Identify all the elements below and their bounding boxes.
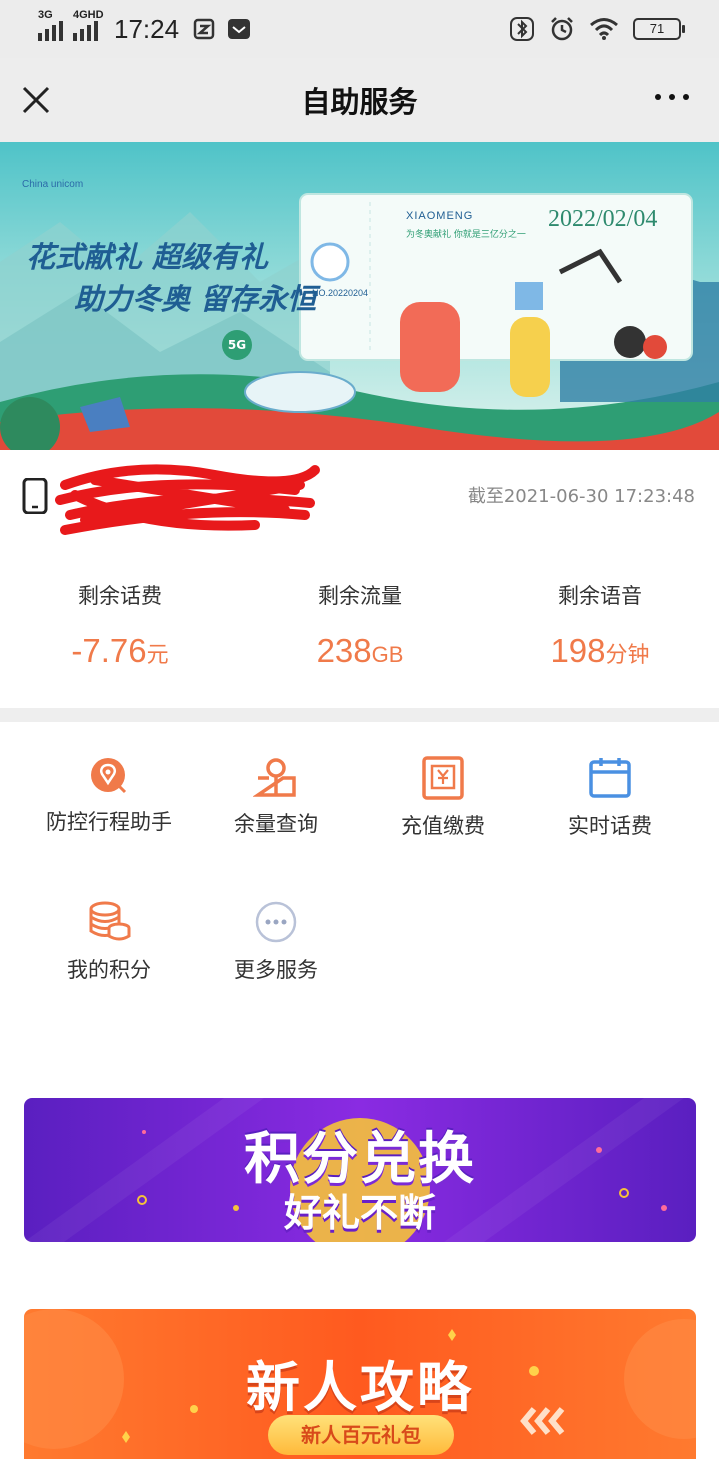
data-stat[interactable]: 剩余流量 238GB xyxy=(260,580,460,670)
more-dots-icon xyxy=(255,901,297,943)
voice-stat[interactable]: 剩余语音 198分钟 xyxy=(500,580,700,670)
balance-stat[interactable]: 剩余话费 -7.76元 xyxy=(20,580,220,670)
page-title: 自助服务 xyxy=(301,85,418,119)
winter-olympics-banner[interactable]: China unicom 花式献礼 超级有礼 助力冬奥 留存永恒 5G XIAO… xyxy=(0,142,719,450)
close-icon[interactable] xyxy=(18,82,54,118)
wifi-icon xyxy=(590,18,618,40)
data-timestamp: 截至2021-06-30 17:23:48 xyxy=(467,486,695,507)
data-value: 238GB xyxy=(316,632,404,669)
voice-label: 剩余语音 xyxy=(558,584,642,608)
service-travel-assistant[interactable]: 防控行程助手 xyxy=(24,756,194,836)
banner-slogan-1: 花式献礼 超级有礼 xyxy=(26,240,269,274)
balance-value: -7.76元 xyxy=(71,632,169,669)
promo1-subtitle: 好礼不断 xyxy=(283,1191,436,1235)
service-recharge[interactable]: 充值缴费 xyxy=(358,756,528,840)
promo2-title: 新人攻略 xyxy=(246,1356,474,1419)
balance-label: 剩余话费 xyxy=(78,584,162,608)
status-time: 17:24 xyxy=(114,13,180,44)
location-pin-icon xyxy=(91,758,127,794)
notification-icon xyxy=(193,18,215,40)
ticket-sub: 为冬奥献礼 你就是三亿分之一 xyxy=(406,230,526,240)
service-more[interactable]: 更多服务 xyxy=(191,900,361,984)
newbie-guide-banner[interactable]: 新人攻略 新人百元礼包 xyxy=(24,1309,696,1459)
svg-text:China unicom: China unicom xyxy=(22,179,83,190)
ticket-number: NO.20220204 xyxy=(312,288,369,298)
ticket-date: 2022/02/04 xyxy=(548,206,658,232)
banner-slogan-2: 助力冬奥 留存永恒 xyxy=(74,282,317,316)
message-icon xyxy=(228,19,251,39)
phone-icon xyxy=(22,478,48,514)
more-options-icon[interactable] xyxy=(655,94,689,100)
coins-icon xyxy=(89,901,131,941)
redacted-phone-number xyxy=(55,464,320,535)
service-balance-query[interactable]: 余量查询 xyxy=(191,756,361,838)
signal-3g-icon: 3G xyxy=(38,9,63,41)
badge-5g: 5G xyxy=(222,330,252,360)
alarm-icon xyxy=(551,17,573,41)
battery-icon: 71 xyxy=(633,18,685,40)
service-realtime-bill[interactable]: 实时话费 xyxy=(525,756,695,840)
status-bar: 3G 4GHD 17:24 71 xyxy=(0,0,719,58)
balance-query-icon xyxy=(253,758,296,797)
newbie-gift-button[interactable]: 新人百元礼包 xyxy=(268,1415,454,1455)
ticket-name: XIAOMENG xyxy=(406,210,474,222)
calendar-icon xyxy=(589,758,631,798)
voice-value: 198分钟 xyxy=(550,632,650,669)
data-label: 剩余流量 xyxy=(318,584,402,608)
recharge-icon xyxy=(422,756,464,800)
points-exchange-banner[interactable]: 积分兑换 好礼不断 xyxy=(24,1098,696,1242)
service-my-points[interactable]: 我的积分 xyxy=(24,900,194,984)
section-divider xyxy=(0,708,719,722)
bluetooth-icon xyxy=(510,17,534,41)
nav-bar: 自助服务 xyxy=(0,58,719,142)
signal-4g-icon: 4GHD xyxy=(73,9,104,41)
